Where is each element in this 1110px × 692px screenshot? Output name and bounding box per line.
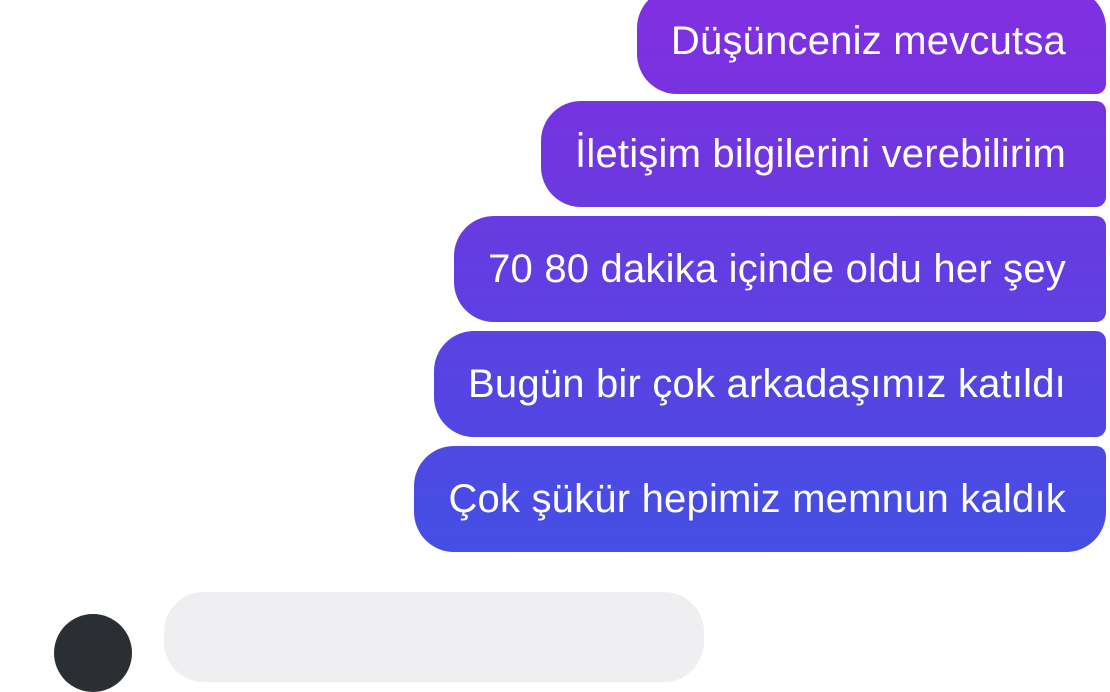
message-text: Çok şükür hepimiz memnun kaldık: [448, 476, 1066, 521]
outgoing-message-4[interactable]: Bugün bir çok arkadaşımız katıldı: [434, 331, 1106, 437]
message-text: Bugün bir çok arkadaşımız katıldı: [468, 361, 1066, 406]
outgoing-message-2[interactable]: İletişim bilgilerini verebilirim: [541, 101, 1106, 207]
outgoing-message-1[interactable]: Düşünceniz mevcutsa: [636, 0, 1106, 94]
outgoing-message-3[interactable]: 70 80 dakika içinde oldu her şey: [454, 216, 1106, 322]
sender-avatar[interactable]: [54, 614, 132, 692]
message-text: 70 80 dakika içinde oldu her şey: [488, 246, 1066, 291]
chat-thread: Düşünceniz mevcutsa İletişim bilgilerini…: [0, 0, 1110, 692]
incoming-message[interactable]: [164, 592, 704, 682]
outgoing-message-5[interactable]: Çok şükür hepimiz memnun kaldık: [414, 446, 1106, 552]
message-text: Düşünceniz mevcutsa: [670, 18, 1066, 63]
message-text: İletişim bilgilerini verebilirim: [575, 131, 1066, 176]
